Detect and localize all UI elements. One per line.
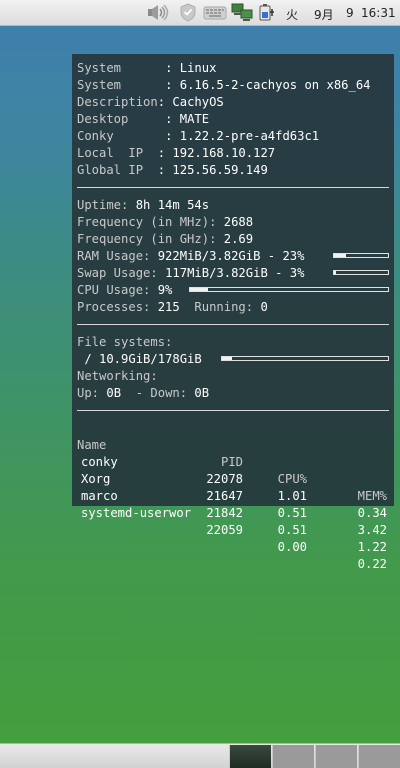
- divider: [77, 324, 389, 325]
- process-cpu: 0.00: [277, 540, 307, 554]
- clock-date[interactable]: 9: [346, 6, 354, 20]
- workspace-4[interactable]: [358, 745, 400, 768]
- process-pid: 22059: [206, 523, 243, 537]
- cpu-bar-fill: [190, 288, 208, 291]
- info-label: Global IP: [77, 163, 158, 177]
- down-value: 0B: [194, 386, 210, 400]
- uptime-value: 8h 14m 54s: [135, 198, 210, 212]
- freq-ghz-label: Frequency (in GHz):: [77, 232, 224, 246]
- ram-label: RAM Usage:: [77, 249, 158, 263]
- workspace-1[interactable]: [229, 745, 271, 768]
- running-label: Running:: [179, 300, 261, 314]
- process-mem: 3.42: [357, 523, 387, 537]
- process-mem: 0.34: [357, 506, 387, 520]
- network-icon[interactable]: [231, 3, 253, 22]
- info-label: Description: [77, 95, 158, 109]
- info-label: System: [77, 78, 166, 92]
- top-panel: 火 9月 9 16:31: [0, 0, 400, 26]
- divider: [77, 187, 389, 188]
- networking-heading: Networking:: [77, 368, 389, 385]
- up-label: Up:: [77, 386, 107, 400]
- ram-bar: [333, 253, 389, 258]
- ram-line: RAM Usage: 922MiB/3.82GiB - 23%: [77, 248, 389, 265]
- swap-label: Swap Usage:: [77, 266, 166, 280]
- process-name: systemd-userwor: [81, 506, 192, 520]
- process-row: conky 22078 1.01 0.34: [77, 437, 389, 520]
- cpu-value: 9%: [157, 283, 173, 297]
- info-value: : MATE: [165, 112, 210, 126]
- info-desktop: Desktop : MATE: [77, 111, 389, 128]
- ram-bar-fill: [334, 254, 347, 257]
- info-label: Conky: [77, 129, 166, 143]
- networking-label: Networking:: [77, 369, 158, 383]
- uptime-label: Uptime:: [77, 198, 136, 212]
- shield-icon[interactable]: [178, 3, 198, 22]
- uptime-line: Uptime: 8h 14m 54s: [77, 197, 389, 214]
- root-fs-bar-fill: [222, 357, 232, 360]
- info-local-ip: Local IP : 192.168.10.127: [77, 145, 389, 162]
- network-traffic-line: Up: 0B - Down: 0B: [77, 385, 389, 402]
- process-pid: 21842: [206, 506, 243, 520]
- ram-value: 922MiB/3.82GiB - 23%: [157, 249, 305, 263]
- cpu-label: CPU Usage:: [77, 283, 158, 297]
- keyboard-icon[interactable]: [203, 3, 227, 22]
- clock-month[interactable]: 9月: [314, 6, 334, 23]
- processes-line: Processes: 215 Running: 0: [77, 299, 389, 316]
- info-conky: Conky : 1.22.2-pre-a4fd63c1: [77, 128, 389, 145]
- cpu-bar: [189, 287, 389, 292]
- filesystems-label: File systems:: [77, 335, 173, 349]
- freq-ghz-value: 2.69: [223, 232, 254, 246]
- process-mem: 1.22: [357, 540, 387, 554]
- root-fs-value: / 10.9GiB/178GiB: [77, 352, 202, 366]
- cpu-line: CPU Usage: 9%: [77, 282, 389, 299]
- workspace-3[interactable]: [315, 745, 357, 768]
- processes-label: Processes:: [77, 300, 158, 314]
- process-mem: 0.22: [357, 557, 387, 571]
- filesystems-heading: File systems:: [77, 334, 389, 351]
- freq-mhz-label: Frequency (in MHz):: [77, 215, 224, 229]
- root-fs-bar: [221, 356, 389, 361]
- info-label: Desktop: [77, 112, 166, 126]
- clock-day[interactable]: 火: [286, 6, 298, 23]
- info-value: : 6.16.5-2-cachyos on x86_64: [165, 78, 371, 92]
- down-label: - Down:: [121, 386, 195, 400]
- process-row: Xorg 21647 0.51 3.42: [77, 454, 389, 537]
- info-label: System: [77, 61, 166, 75]
- clock-time[interactable]: 16:31: [361, 6, 396, 20]
- info-description: Description: CachyOS: [77, 94, 389, 111]
- info-system: System : Linux: [77, 60, 389, 77]
- process-row: marco 21842 0.51 1.22: [77, 471, 389, 554]
- up-value: 0B: [106, 386, 122, 400]
- root-fs-line: / 10.9GiB/178GiB: [77, 351, 389, 368]
- process-table-header: Name PID CPU% MEM%: [77, 420, 389, 503]
- info-value: : 192.168.10.127: [157, 146, 276, 160]
- info-value: : Linux: [165, 61, 217, 75]
- processes-value: 215: [157, 300, 180, 314]
- swap-value: 117MiB/3.82GiB - 3%: [165, 266, 305, 280]
- process-row: systemd-userwor 22059 0.00 0.22: [77, 488, 389, 571]
- freq-ghz-line: Frequency (in GHz): 2.69: [77, 231, 389, 248]
- divider: [77, 410, 389, 411]
- conky-panel: System : Linux System : 6.16.5-2-cachyos…: [72, 54, 394, 571]
- swap-bar-fill: [334, 271, 336, 274]
- freq-mhz-line: Frequency (in MHz): 2688: [77, 214, 389, 231]
- info-global-ip: Global IP : 125.56.59.149: [77, 162, 389, 179]
- bottom-panel: [0, 743, 400, 768]
- workspace-2[interactable]: [272, 745, 314, 768]
- info-value: : 1.22.2-pre-a4fd63c1: [165, 129, 320, 143]
- info-value: : 125.56.59.149: [157, 163, 268, 177]
- swap-line: Swap Usage: 117MiB/3.82GiB - 3%: [77, 265, 389, 282]
- freq-mhz-value: 2688: [223, 215, 254, 229]
- volume-icon[interactable]: [146, 3, 172, 22]
- process-cpu: 0.51: [277, 523, 307, 537]
- info-kernel: System : 6.16.5-2-cachyos on x86_64: [77, 77, 389, 94]
- swap-bar: [333, 270, 389, 275]
- info-value: : CachyOS: [157, 95, 224, 109]
- info-label: Local IP: [77, 146, 158, 160]
- running-value: 0: [260, 300, 268, 314]
- process-cpu: 0.51: [277, 506, 307, 520]
- power-icon[interactable]: [258, 3, 278, 22]
